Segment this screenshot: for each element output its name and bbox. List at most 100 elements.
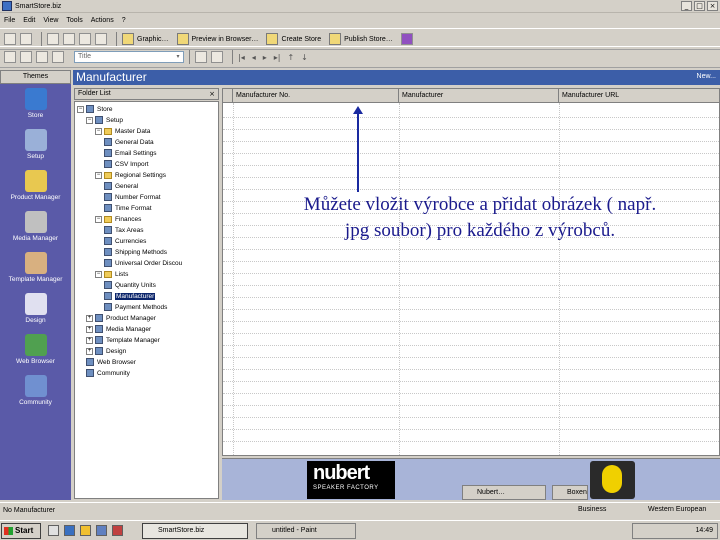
tree-item[interactable]: General Data xyxy=(104,137,154,147)
tree-item[interactable]: + Design xyxy=(86,346,126,356)
media-quicklaunch-icon[interactable] xyxy=(112,525,123,536)
expand-icon[interactable]: + xyxy=(86,325,93,333)
shortcut-product-manager[interactable]: Product Manager xyxy=(0,170,71,201)
tree-item[interactable]: − Finances xyxy=(95,214,141,224)
move-up-icon[interactable]: ↑ xyxy=(287,53,294,62)
save-icon[interactable] xyxy=(63,33,75,45)
shortcut-setup[interactable]: Setup xyxy=(0,129,71,160)
menu-help[interactable]: ? xyxy=(122,17,126,24)
filter-select[interactable]: Title ▾ xyxy=(74,51,184,63)
expand-icon[interactable]: + xyxy=(86,336,93,344)
grid-row xyxy=(223,429,719,430)
tree-item[interactable]: − Store xyxy=(77,104,113,114)
shortcut-media-manager[interactable]: Media Manager xyxy=(0,211,71,242)
new-button[interactable]: New... xyxy=(697,73,716,80)
new-icon[interactable] xyxy=(4,51,16,63)
graphic-button[interactable]: Graphic… xyxy=(122,33,169,45)
tree-item[interactable]: Time Format xyxy=(104,203,152,213)
folder-icon[interactable] xyxy=(47,33,59,45)
preview-label: Preview in Browser… xyxy=(191,35,259,43)
delete-icon[interactable] xyxy=(95,33,107,45)
collapse-icon[interactable]: − xyxy=(95,215,102,223)
menu-actions[interactable]: Actions xyxy=(91,17,114,24)
book-icon[interactable] xyxy=(400,33,413,45)
start-button[interactable]: Start xyxy=(1,523,41,539)
maximize-button[interactable]: □ xyxy=(694,1,705,11)
publish-store-button[interactable]: Publish Store… xyxy=(329,33,393,45)
collapse-icon[interactable]: − xyxy=(86,116,93,124)
tree-item[interactable]: Currencies xyxy=(104,236,146,246)
tree-item[interactable]: + Product Manager xyxy=(86,313,156,323)
tree-item[interactable]: Email Settings xyxy=(104,148,157,158)
nubert-logo[interactable]: nubert SPEAKER FACTORY xyxy=(307,461,395,499)
task-smartstore[interactable]: SmartStore.biz xyxy=(142,523,248,539)
list-view-icon[interactable] xyxy=(211,51,223,63)
expand-icon[interactable]: + xyxy=(86,314,93,322)
shortcut-store[interactable]: Store xyxy=(0,88,71,119)
tree-item[interactable]: − Regional Settings xyxy=(95,170,166,180)
tree-item[interactable]: − Master Data xyxy=(95,126,150,136)
grid-view-icon[interactable] xyxy=(195,51,207,63)
tree-item[interactable]: Universal Order Discou xyxy=(104,258,182,268)
tree-item-label: Product Manager xyxy=(106,314,156,322)
tree-item[interactable]: Payment Methods xyxy=(104,302,167,312)
first-record-icon[interactable]: |◂ xyxy=(238,53,245,62)
print-icon[interactable] xyxy=(79,33,91,45)
tree-item[interactable]: − Lists xyxy=(95,269,128,279)
move-down-icon[interactable]: ↓ xyxy=(301,53,308,62)
menu-view[interactable]: View xyxy=(43,17,58,24)
tree-item[interactable]: Manufacturer xyxy=(104,291,156,301)
copy-icon[interactable] xyxy=(36,51,48,63)
last-record-icon[interactable]: ▸| xyxy=(274,53,281,62)
grid-row xyxy=(223,177,719,178)
back-icon[interactable] xyxy=(4,33,16,45)
close-button[interactable]: × xyxy=(707,1,718,11)
tree-item[interactable]: General xyxy=(104,181,138,191)
browser-quicklaunch-icon[interactable] xyxy=(64,525,75,536)
collapse-icon[interactable]: − xyxy=(95,270,102,278)
tree-item[interactable]: Quantity Units xyxy=(104,280,156,290)
tree-item[interactable]: Tax Areas xyxy=(104,225,144,235)
task-paint[interactable]: untitled - Paint xyxy=(256,523,356,539)
ie-quicklaunch-icon[interactable] xyxy=(48,525,59,536)
tree-item[interactable]: Shipping Methods xyxy=(104,247,167,257)
close-icon[interactable]: × xyxy=(209,89,215,99)
shortcut-template-manager[interactable]: Template Manager xyxy=(0,252,71,283)
graphic-label: Graphic… xyxy=(137,35,169,43)
tree-item[interactable]: + Media Manager xyxy=(86,324,151,334)
tree-item[interactable]: Community xyxy=(86,368,130,378)
create-store-button[interactable]: Create Store xyxy=(266,33,321,45)
minimize-button[interactable]: _ xyxy=(681,1,692,11)
grid-row xyxy=(223,129,719,130)
column-header-number[interactable]: Manufacturer No. xyxy=(233,89,399,103)
shortcut-web-browser[interactable]: Web Browser xyxy=(0,334,71,365)
themes-header[interactable]: Themes xyxy=(0,70,71,84)
shortcut-design[interactable]: Design xyxy=(0,293,71,324)
preview-button[interactable]: Preview in Browser… xyxy=(176,33,259,45)
collapse-icon[interactable]: − xyxy=(95,171,102,179)
tree-item[interactable]: Web Browser xyxy=(86,357,136,367)
collapse-icon[interactable]: − xyxy=(95,127,102,135)
banner-tab-nubert[interactable]: Nubert… xyxy=(462,485,546,500)
tree-item[interactable]: + Template Manager xyxy=(86,335,160,345)
tree-item[interactable]: Number Format xyxy=(104,192,161,202)
menu-tools[interactable]: Tools xyxy=(66,17,82,24)
collapse-icon[interactable]: − xyxy=(77,105,84,113)
remove-icon[interactable] xyxy=(52,51,64,63)
menu-file[interactable]: File xyxy=(4,17,15,24)
grid-row xyxy=(223,141,719,142)
column-header-url[interactable]: Manufacturer URL xyxy=(559,89,719,103)
shortcut-community[interactable]: Community xyxy=(0,375,71,406)
menu-edit[interactable]: Edit xyxy=(23,17,35,24)
tree-item[interactable]: − Setup xyxy=(86,115,123,125)
properties-icon[interactable] xyxy=(20,51,32,63)
next-record-icon[interactable]: ▸ xyxy=(263,53,267,62)
column-header-manufacturer[interactable]: Manufacturer xyxy=(399,89,559,103)
desktop-quicklaunch-icon[interactable] xyxy=(96,525,107,536)
expand-icon[interactable]: + xyxy=(86,347,93,355)
app-quicklaunch-icon[interactable] xyxy=(80,525,91,536)
forward-icon[interactable] xyxy=(20,33,32,45)
banner-tab-boxen[interactable]: Boxen xyxy=(552,485,588,500)
previous-record-icon[interactable]: ◂ xyxy=(252,53,256,62)
tree-item[interactable]: CSV Import xyxy=(104,159,149,169)
